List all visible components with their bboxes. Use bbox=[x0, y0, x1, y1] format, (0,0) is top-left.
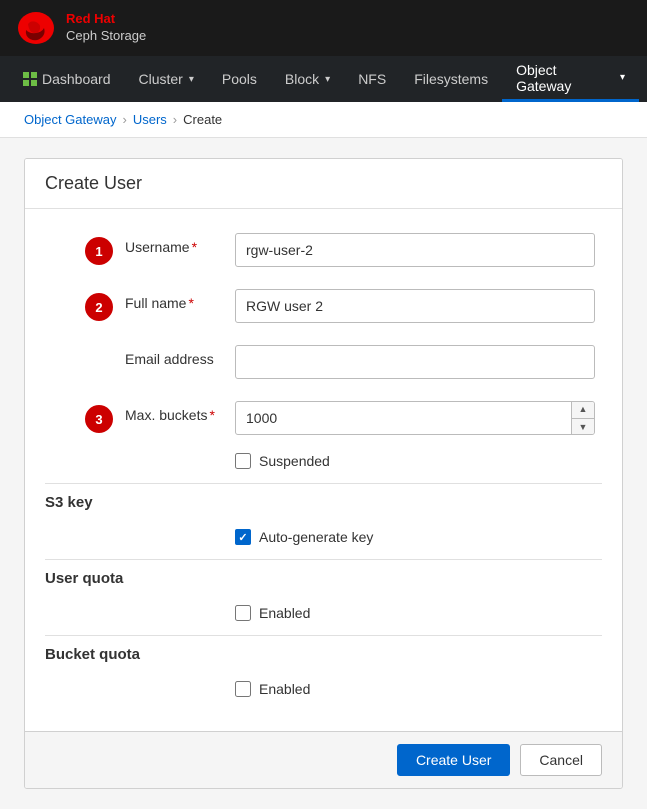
cluster-dropdown-arrow-icon: ▾ bbox=[189, 74, 194, 85]
email-row: Email address bbox=[45, 341, 602, 383]
autogenerate-label[interactable]: Auto-generate key bbox=[259, 529, 373, 545]
create-user-button[interactable]: Create User bbox=[397, 744, 510, 776]
maxbuckets-input-container: ▲ ▼ bbox=[235, 401, 602, 435]
email-input-container bbox=[235, 345, 602, 379]
userquota-enabled-checkbox[interactable] bbox=[235, 605, 251, 621]
suspended-label[interactable]: Suspended bbox=[259, 453, 330, 469]
bucketquota-enabled-label[interactable]: Enabled bbox=[259, 681, 310, 697]
top-navbar: Red Hat Ceph Storage bbox=[0, 0, 647, 56]
username-input-container bbox=[235, 233, 602, 267]
nav-item-nfs[interactable]: NFS bbox=[344, 56, 400, 102]
nav-item-object-gateway[interactable]: Object Gateway ▾ bbox=[502, 56, 639, 102]
username-label-container: Username * bbox=[125, 233, 235, 255]
card-footer: Create User Cancel bbox=[25, 731, 622, 788]
nav-item-filesystems[interactable]: Filesystems bbox=[400, 56, 502, 102]
username-input[interactable] bbox=[235, 233, 595, 267]
grid-icon bbox=[22, 71, 38, 87]
breadcrumb-sep-1: › bbox=[123, 112, 127, 127]
spinbox-buttons: ▲ ▼ bbox=[571, 401, 594, 435]
username-row: 1 Username * bbox=[45, 229, 602, 271]
fullname-label-container: Full name * bbox=[125, 289, 235, 311]
suspended-row: Suspended bbox=[45, 453, 602, 469]
bucket-quota-section-title: Bucket quota bbox=[45, 635, 602, 671]
breadcrumb-object-gateway[interactable]: Object Gateway bbox=[24, 112, 117, 127]
card-header: Create User bbox=[25, 159, 622, 209]
brand: Red Hat Ceph Storage bbox=[16, 10, 146, 46]
create-user-card: Create User 1 Username * 2 bbox=[24, 158, 623, 789]
redhat-logo-icon bbox=[16, 10, 56, 46]
suspended-checkbox[interactable] bbox=[235, 453, 251, 469]
maxbuckets-input[interactable] bbox=[236, 404, 571, 432]
fullname-row: 2 Full name * bbox=[45, 285, 602, 327]
nav-item-pools[interactable]: Pools bbox=[208, 56, 271, 102]
spinbox-increment-button[interactable]: ▲ bbox=[572, 401, 594, 419]
step-circle-2: 2 bbox=[85, 293, 113, 321]
breadcrumb: Object Gateway › Users › Create bbox=[0, 102, 647, 138]
email-input[interactable] bbox=[235, 345, 595, 379]
bucketquota-enabled-row: Enabled bbox=[45, 681, 602, 697]
maxbuckets-step-container: 3 bbox=[45, 401, 125, 433]
maxbuckets-spinbox: ▲ ▼ bbox=[235, 401, 595, 435]
email-label: Email address bbox=[125, 351, 214, 367]
object-gateway-dropdown-arrow-icon: ▾ bbox=[620, 72, 625, 83]
page-content: Create User 1 Username * 2 bbox=[0, 138, 647, 809]
username-required-star: * bbox=[192, 239, 197, 255]
brand-text: Red Hat Ceph Storage bbox=[66, 11, 146, 45]
fullname-input-container bbox=[235, 289, 602, 323]
autogenerate-row: Auto-generate key bbox=[45, 529, 602, 545]
card-body: 1 Username * 2 Full name * bbox=[25, 209, 622, 731]
fullname-required-star: * bbox=[188, 295, 193, 311]
block-dropdown-arrow-icon: ▾ bbox=[325, 74, 330, 85]
username-label: Username bbox=[125, 239, 190, 255]
fullname-input[interactable] bbox=[235, 289, 595, 323]
fullname-step-container: 2 bbox=[45, 289, 125, 321]
nav-item-cluster[interactable]: Cluster ▾ bbox=[125, 56, 208, 102]
spinbox-decrement-button[interactable]: ▼ bbox=[572, 419, 594, 436]
nav-item-dashboard[interactable]: Dashboard bbox=[8, 56, 125, 102]
cancel-button[interactable]: Cancel bbox=[520, 744, 602, 776]
userquota-enabled-row: Enabled bbox=[45, 605, 602, 621]
nav-item-block[interactable]: Block ▾ bbox=[271, 56, 344, 102]
fullname-label: Full name bbox=[125, 295, 186, 311]
maxbuckets-label: Max. buckets bbox=[125, 407, 207, 423]
step-circle-3: 3 bbox=[85, 405, 113, 433]
userquota-enabled-label[interactable]: Enabled bbox=[259, 605, 310, 621]
maxbuckets-row: 3 Max. buckets * ▲ ▼ bbox=[45, 397, 602, 439]
main-navigation: Dashboard Cluster ▾ Pools Block ▾ NFS Fi… bbox=[0, 56, 647, 102]
breadcrumb-sep-2: › bbox=[173, 112, 177, 127]
maxbuckets-required-star: * bbox=[209, 407, 214, 423]
user-quota-section-title: User quota bbox=[45, 559, 602, 595]
breadcrumb-users[interactable]: Users bbox=[133, 112, 167, 127]
autogenerate-checkbox[interactable] bbox=[235, 529, 251, 545]
card-title: Create User bbox=[45, 173, 602, 194]
email-label-container: Email address bbox=[125, 345, 235, 367]
step-circle-1: 1 bbox=[85, 237, 113, 265]
bucketquota-enabled-checkbox[interactable] bbox=[235, 681, 251, 697]
maxbuckets-label-container: Max. buckets * bbox=[125, 401, 235, 423]
s3key-section-title: S3 key bbox=[45, 483, 602, 519]
username-step-container: 1 bbox=[45, 233, 125, 265]
breadcrumb-create: Create bbox=[183, 112, 222, 127]
